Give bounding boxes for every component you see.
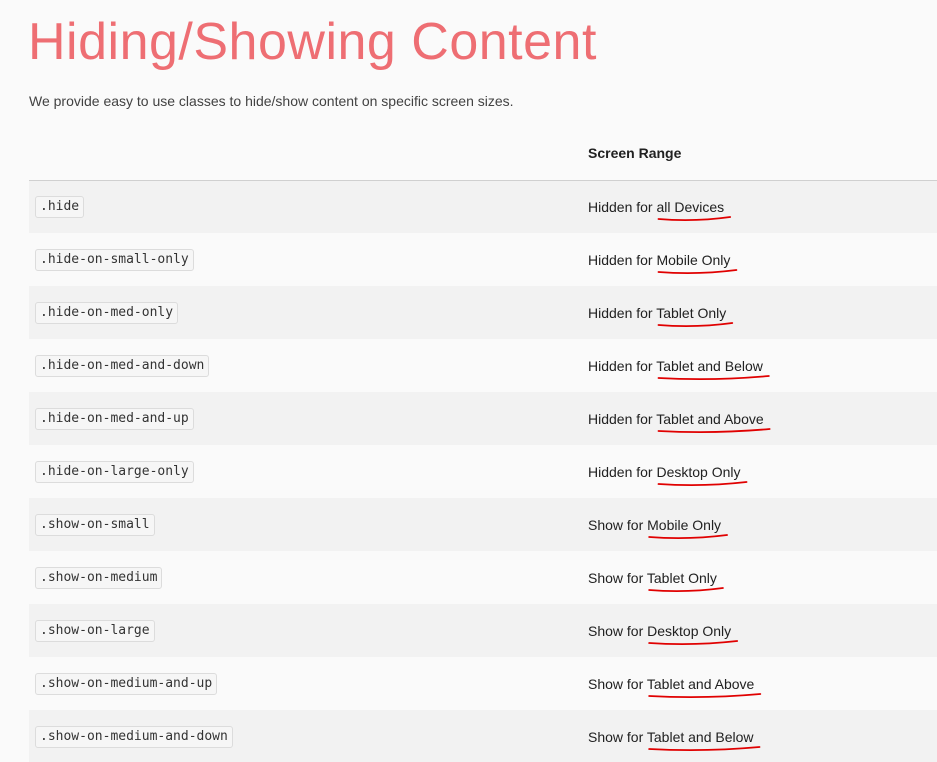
screen-range-text: Show for Tablet Only <box>588 569 724 592</box>
screen-range-label: Show for Mobile Only <box>588 516 722 533</box>
class-name-code: .show-on-medium-and-up <box>35 672 218 695</box>
underline-stroke <box>648 745 761 751</box>
table-row: .show-on-small Show for Mobile Only <box>29 498 937 551</box>
screen-range-cell: Hidden for Mobile Only <box>582 233 937 286</box>
screen-range-label: Hidden for Tablet and Below <box>588 357 763 374</box>
screen-range-text: Show for Tablet and Below <box>588 728 761 751</box>
screen-range-label: Hidden for Tablet Only <box>588 304 727 321</box>
underline-stroke <box>657 321 734 327</box>
table-row: .hide Hidden for all Devices <box>29 180 937 233</box>
class-cell: .hide-on-med-and-up <box>29 392 582 445</box>
screen-range-cell: Hidden for all Devices <box>582 180 937 233</box>
screen-range-text: Hidden for Tablet and Above <box>588 410 771 433</box>
class-cell: .show-on-medium-and-up <box>29 657 582 710</box>
screen-range-label: Show for Tablet and Below <box>588 728 754 745</box>
page-title: Hiding/Showing Content <box>28 13 597 71</box>
underline-stroke <box>657 427 771 433</box>
screen-range-text: Show for Desktop Only <box>588 622 739 645</box>
screen-range-label: Hidden for Tablet and Above <box>588 410 764 427</box>
class-cell: .show-on-large <box>29 604 582 657</box>
table-row: .show-on-medium-and-down Show for Tablet … <box>29 710 937 762</box>
class-cell: .show-on-medium <box>29 551 582 604</box>
class-cell: .hide-on-med-and-down <box>29 339 582 392</box>
class-name-code: .hide-on-med-and-down <box>35 354 210 377</box>
class-cell: .show-on-medium-and-down <box>29 710 582 762</box>
underline-stroke <box>648 692 762 698</box>
underline-stroke <box>657 268 738 274</box>
screen-range-column-header: Screen Range <box>588 145 682 162</box>
screen-range-cell: Hidden for Tablet Only <box>582 286 937 339</box>
underline-stroke <box>648 586 724 592</box>
screen-range-cell: Show for Desktop Only <box>582 604 937 657</box>
table-row: .hide-on-med-and-down Hidden for Tablet a… <box>29 339 937 392</box>
class-name-code: .hide-on-small-only <box>35 248 194 271</box>
table-row: .hide-on-large-only Hidden for Desktop On… <box>29 445 937 498</box>
screen-range-cell: Hidden for Desktop Only <box>582 445 937 498</box>
class-cell: .hide-on-large-only <box>29 445 582 498</box>
class-name-code: .show-on-large <box>35 619 155 642</box>
table-row: .hide-on-med-and-up Hidden for Tablet and… <box>29 392 937 445</box>
class-name-code: .hide-on-med-and-up <box>35 407 194 430</box>
screen-range-label: Hidden for Desktop Only <box>588 463 741 480</box>
screen-range-text: Hidden for Tablet Only <box>588 304 734 327</box>
screen-range-text: Hidden for Desktop Only <box>588 463 748 486</box>
class-name-code: .hide <box>35 195 85 218</box>
screen-range-text: Hidden for Tablet and Below <box>588 357 770 380</box>
screen-range-label: Show for Tablet Only <box>588 569 717 586</box>
underline-stroke <box>648 639 739 645</box>
classes-table: Screen Range .hide Hidden for all Devices… <box>29 127 937 762</box>
class-name-code: .hide-on-med-only <box>35 301 179 324</box>
class-cell: .show-on-small <box>29 498 582 551</box>
screen-range-label: Show for Desktop Only <box>588 622 732 639</box>
table-row: .show-on-large Show for Desktop Only <box>29 604 937 657</box>
class-cell: .hide <box>29 180 582 233</box>
screen-range-label: Hidden for all Devices <box>588 198 725 215</box>
table-body: .hide Hidden for all Devices .hide-on-smal… <box>29 180 937 762</box>
table-row: .show-on-medium-and-up Show for Tablet an… <box>29 657 937 710</box>
underline-stroke <box>648 533 728 539</box>
class-column-header <box>29 127 582 180</box>
class-name-code: .show-on-medium-and-down <box>35 725 233 748</box>
screen-range-text: Show for Tablet and Above <box>588 675 762 698</box>
underline-stroke <box>657 215 732 221</box>
screen-range-label: Hidden for Mobile Only <box>588 251 731 268</box>
underline-stroke <box>657 374 770 380</box>
screen-range-cell: Hidden for Tablet and Above <box>582 392 937 445</box>
class-name-code: .hide-on-large-only <box>35 460 194 483</box>
intro-text: We provide easy to use classes to hide/s… <box>29 93 514 109</box>
class-name-code: .show-on-medium <box>35 566 163 589</box>
table-row: .hide-on-med-only Hidden for Tablet Only <box>29 286 937 339</box>
screen-range-text: Hidden for all Devices <box>588 198 732 221</box>
class-cell: .hide-on-med-only <box>29 286 582 339</box>
screen-range-cell: Show for Mobile Only <box>582 498 937 551</box>
screen-range-cell: Show for Tablet Only <box>582 551 937 604</box>
class-cell: .hide-on-small-only <box>29 233 582 286</box>
table-row: .hide-on-small-only Hidden for Mobile Onl… <box>29 233 937 286</box>
screen-range-cell: Show for Tablet and Below <box>582 710 937 762</box>
screen-range-text: Hidden for Mobile Only <box>588 251 738 274</box>
underline-stroke <box>657 480 748 486</box>
screen-range-cell: Hidden for Tablet and Below <box>582 339 937 392</box>
table-row: .show-on-medium Show for Tablet Only <box>29 551 937 604</box>
screen-range-text: Show for Mobile Only <box>588 516 728 539</box>
table-header-row: Screen Range <box>29 127 937 180</box>
screen-range-label: Show for Tablet and Above <box>588 675 755 692</box>
class-name-code: .show-on-small <box>35 513 155 536</box>
screen-range-cell: Show for Tablet and Above <box>582 657 937 710</box>
